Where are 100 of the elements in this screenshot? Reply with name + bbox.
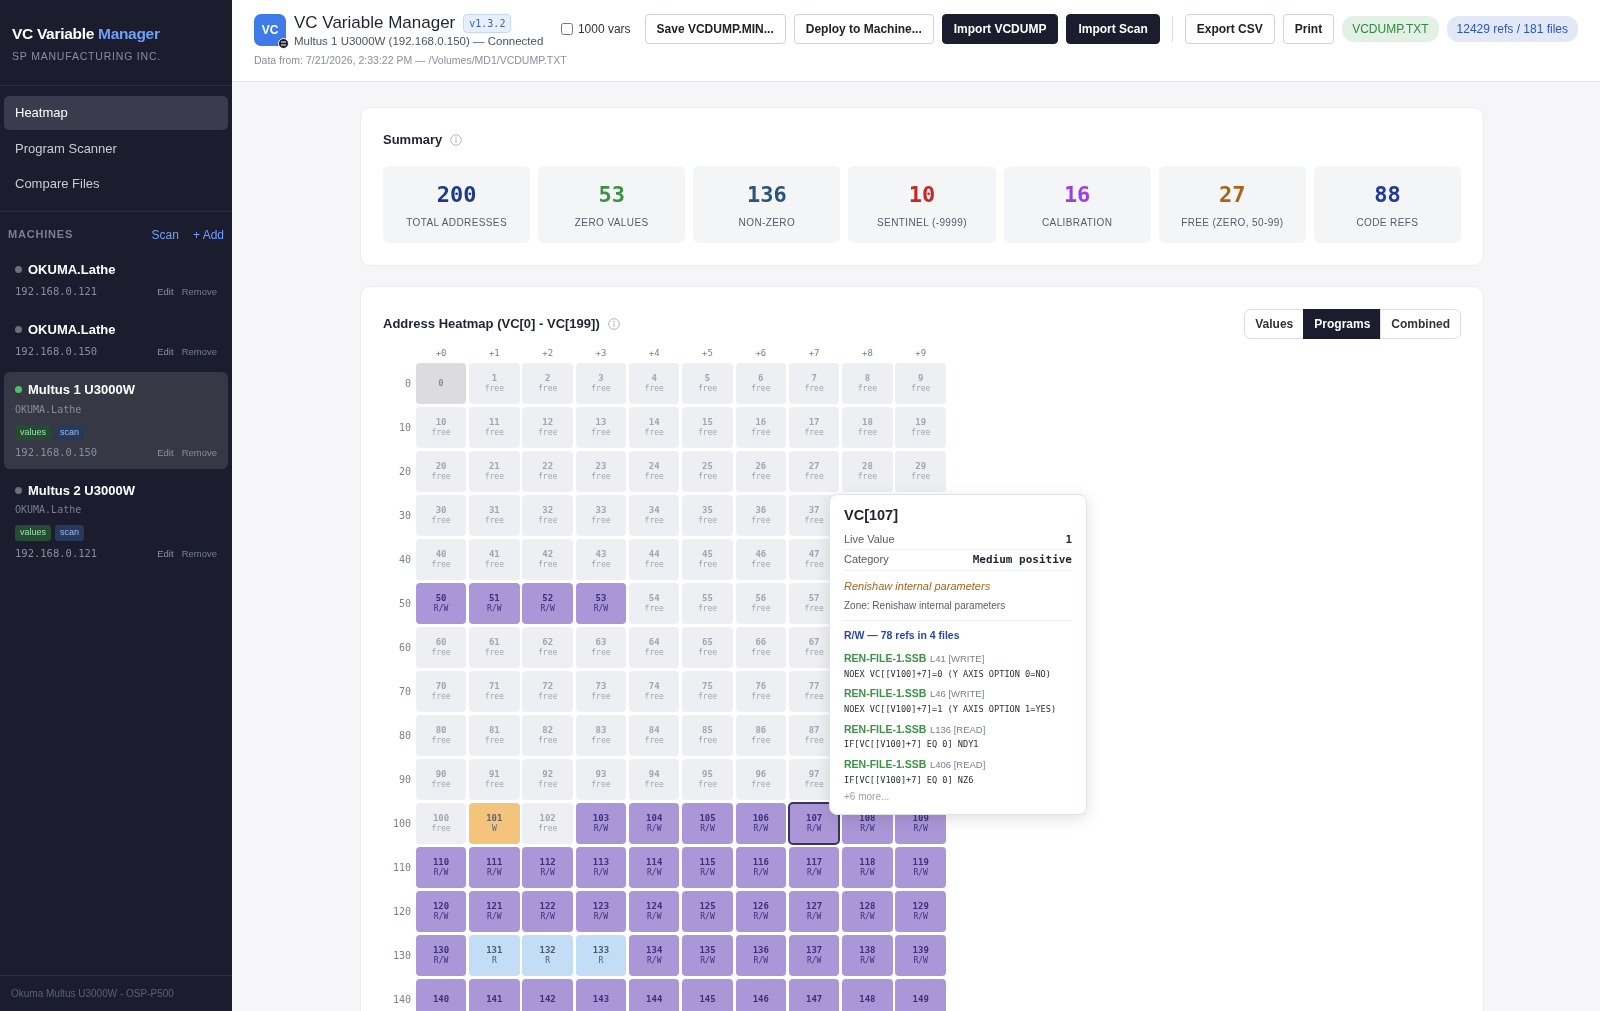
view-tab[interactable]: Combined bbox=[1380, 308, 1461, 339]
heatmap-cell[interactable]: 62 free bbox=[522, 627, 573, 668]
heatmap-cell[interactable]: 110 R/W bbox=[415, 847, 467, 888]
heatmap-cell[interactable]: 143 bbox=[575, 979, 627, 1011]
heatmap-cell[interactable]: 74 free bbox=[629, 671, 680, 712]
heatmap-cell[interactable]: 94 free bbox=[629, 759, 680, 800]
info-icon[interactable] bbox=[607, 317, 620, 330]
heatmap-cell[interactable]: 105 R/W bbox=[682, 803, 733, 844]
remove-link[interactable]: Remove bbox=[181, 284, 217, 299]
heatmap-cell[interactable]: 107 R/W bbox=[788, 803, 840, 844]
heatmap-cell[interactable]: 130 R/W bbox=[415, 935, 467, 976]
heatmap-cell[interactable]: 148 bbox=[842, 979, 893, 1011]
heatmap-cell[interactable]: 31 free bbox=[469, 495, 520, 536]
heatmap-cell[interactable]: 26 free bbox=[735, 451, 787, 492]
heatmap-cell[interactable]: 135 R/W bbox=[682, 935, 733, 976]
heatmap-cell[interactable]: 102 free bbox=[522, 803, 573, 844]
heatmap-cell[interactable]: 24 free bbox=[629, 451, 680, 492]
view-tab[interactable]: Values bbox=[1244, 308, 1305, 339]
heatmap-cell[interactable]: 149 bbox=[895, 979, 946, 1011]
heatmap-cell[interactable]: 9 free bbox=[895, 363, 946, 404]
heatmap-cell[interactable]: 147 bbox=[788, 979, 840, 1011]
toolbar-button[interactable]: Deploy to Machine... bbox=[793, 14, 934, 44]
heatmap-cell[interactable]: 129 R/W bbox=[895, 891, 946, 932]
heatmap-cell[interactable]: 3 free bbox=[575, 363, 627, 404]
heatmap-cell[interactable]: 51 R/W bbox=[469, 583, 520, 624]
heatmap-cell[interactable]: 61 free bbox=[469, 627, 520, 668]
heatmap-cell[interactable]: 42 free bbox=[522, 539, 573, 580]
nav-item[interactable]: Program Scanner bbox=[4, 131, 228, 165]
heatmap-cell[interactable]: 63 free bbox=[575, 627, 627, 668]
heatmap-cell[interactable]: 30 free bbox=[415, 495, 467, 536]
heatmap-cell[interactable]: 22 free bbox=[522, 451, 573, 492]
heatmap-cell[interactable]: 90 free bbox=[415, 759, 467, 800]
toolbar-button[interactable]: Import Scan bbox=[1066, 14, 1160, 44]
heatmap-cell[interactable]: 7 free bbox=[788, 363, 840, 404]
heatmap-cell[interactable]: 123 R/W bbox=[575, 891, 627, 932]
scan-link[interactable]: Scan bbox=[151, 225, 179, 244]
heatmap-cell[interactable]: 115 R/W bbox=[682, 847, 733, 888]
heatmap-cell[interactable]: 95 free bbox=[682, 759, 733, 800]
heatmap-cell[interactable]: 6 free bbox=[735, 363, 787, 404]
heatmap-cell[interactable]: 12 free bbox=[522, 407, 573, 448]
heatmap-cell[interactable]: 32 free bbox=[522, 495, 573, 536]
heatmap-cell[interactable]: 72 free bbox=[522, 671, 573, 712]
heatmap-cell[interactable]: 118 R/W bbox=[842, 847, 893, 888]
heatmap-cell[interactable]: 124 R/W bbox=[629, 891, 680, 932]
heatmap-cell[interactable]: 65 free bbox=[682, 627, 733, 668]
heatmap-cell[interactable]: 133 R bbox=[575, 935, 627, 976]
heatmap-cell[interactable]: 71 free bbox=[469, 671, 520, 712]
heatmap-cell[interactable]: 43 free bbox=[575, 539, 627, 580]
heatmap-cell[interactable]: 145 bbox=[682, 979, 733, 1011]
edit-link[interactable]: Edit bbox=[157, 546, 174, 561]
heatmap-cell[interactable]: 5 free bbox=[682, 363, 733, 404]
heatmap-cell[interactable]: 137 R/W bbox=[788, 935, 840, 976]
heatmap-cell[interactable]: 18 free bbox=[842, 407, 893, 448]
heatmap-cell[interactable]: 116 R/W bbox=[735, 847, 787, 888]
heatmap-cell[interactable]: 106 R/W bbox=[735, 803, 787, 844]
heatmap-cell[interactable]: 131 R bbox=[469, 935, 520, 976]
heatmap-cell[interactable]: 73 free bbox=[575, 671, 627, 712]
heatmap-cell[interactable]: 54 free bbox=[629, 583, 680, 624]
heatmap-cell[interactable]: 134 R/W bbox=[629, 935, 680, 976]
heatmap-cell[interactable]: 40 free bbox=[415, 539, 467, 580]
heatmap-cell[interactable]: 103 R/W bbox=[575, 803, 627, 844]
heatmap-cell[interactable]: 45 free bbox=[682, 539, 733, 580]
heatmap-cell[interactable]: 144 bbox=[629, 979, 680, 1011]
remove-link[interactable]: Remove bbox=[181, 546, 217, 561]
heatmap-cell[interactable]: 141 bbox=[469, 979, 520, 1011]
heatmap-cell[interactable]: 122 R/W bbox=[522, 891, 573, 932]
heatmap-cell[interactable]: 8 free bbox=[842, 363, 893, 404]
heatmap-cell[interactable]: 20 free bbox=[415, 451, 467, 492]
heatmap-cell[interactable]: 80 free bbox=[415, 715, 467, 756]
heatmap-cell[interactable]: 75 free bbox=[682, 671, 733, 712]
heatmap-cell[interactable]: 117 R/W bbox=[788, 847, 840, 888]
heatmap-cell[interactable]: 13 free bbox=[575, 407, 627, 448]
heatmap-cell[interactable]: 52 R/W bbox=[522, 583, 573, 624]
heatmap-cell[interactable]: 104 R/W bbox=[629, 803, 680, 844]
heatmap-cell[interactable]: 138 R/W bbox=[842, 935, 893, 976]
heatmap-cell[interactable]: 70 free bbox=[415, 671, 467, 712]
heatmap-cell[interactable]: 16 free bbox=[735, 407, 787, 448]
heatmap-cell[interactable]: 33 free bbox=[575, 495, 627, 536]
heatmap-cell[interactable]: 76 free bbox=[735, 671, 787, 712]
add-link[interactable]: + Add bbox=[192, 225, 224, 244]
machine-item[interactable]: Multus 2 U3000W OKUMA.Lathe values scan 192.168.0.121 Edit Remove bbox=[4, 472, 228, 570]
heatmap-cell[interactable]: 34 free bbox=[629, 495, 680, 536]
heatmap-cell[interactable]: 128 R/W bbox=[842, 891, 893, 932]
heatmap-cell[interactable]: 11 free bbox=[469, 407, 520, 448]
heatmap-cell[interactable]: 140 bbox=[415, 979, 467, 1011]
heatmap-cell[interactable]: 53 R/W bbox=[575, 583, 627, 624]
heatmap-cell[interactable]: 112 R/W bbox=[522, 847, 573, 888]
heatmap-cell[interactable]: 111 R/W bbox=[469, 847, 520, 888]
machine-item[interactable]: OKUMA.Lathe 192.168.0.150 Edit Remove bbox=[4, 311, 228, 368]
heatmap-cell[interactable]: 85 free bbox=[682, 715, 733, 756]
machine-item[interactable]: OKUMA.Lathe 192.168.0.121 Edit Remove bbox=[4, 251, 228, 308]
view-tab[interactable]: Programs bbox=[1303, 308, 1382, 339]
heatmap-cell[interactable]: 25 free bbox=[682, 451, 733, 492]
heatmap-cell[interactable]: 86 free bbox=[735, 715, 787, 756]
heatmap-cell[interactable]: 17 free bbox=[788, 407, 840, 448]
heatmap-cell[interactable]: 126 R/W bbox=[735, 891, 787, 932]
heatmap-cell[interactable]: 4 free bbox=[629, 363, 680, 404]
remove-link[interactable]: Remove bbox=[181, 445, 217, 460]
heatmap-cell[interactable]: 35 free bbox=[682, 495, 733, 536]
more-link[interactable]: +6 more... bbox=[844, 790, 1072, 805]
